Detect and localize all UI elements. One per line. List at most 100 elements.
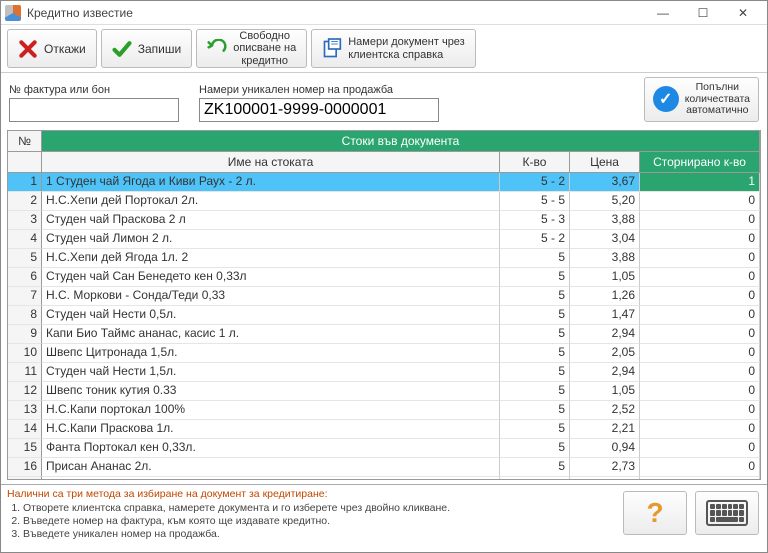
table-row[interactable]: 12Швепс тоник кутия 0.3351,050 [8, 382, 760, 401]
cell-num: 13 [8, 401, 42, 420]
cell-name: Н.С.Капи Праскова 1л. [42, 420, 500, 439]
window-title: Кредитно известие [27, 6, 643, 20]
cell-qty: 5 [500, 249, 570, 268]
header-num[interactable]: № [8, 131, 42, 151]
cell-num: 11 [8, 363, 42, 382]
find-document-button[interactable]: Намери документ чрез клиентска справка [311, 29, 476, 68]
sale-input[interactable] [199, 98, 439, 122]
search-row: № фактура или бон Намери уникален номер … [1, 73, 767, 128]
table-row[interactable]: 11 Студен чай Ягода и Киви Раух - 2 л.5 … [8, 173, 760, 192]
maximize-button[interactable]: ☐ [683, 2, 723, 24]
header-price[interactable]: Цена [570, 152, 640, 172]
table-row[interactable]: 5Н.С.Хепи дей Ягода 1л. 253,880 [8, 249, 760, 268]
cell-storno[interactable]: 0 [640, 382, 760, 401]
cell-num: 10 [8, 344, 42, 363]
table-row[interactable]: 3Студен чай Праскова 2 л5 - 33,880 [8, 211, 760, 230]
invoice-label: № фактура или бон [9, 84, 179, 96]
cell-name: Швепс тоник кутия 0.33 [42, 382, 500, 401]
cell-price: 2,52 [570, 401, 640, 420]
cell-storno[interactable]: 0 [640, 458, 760, 477]
cell-storno[interactable]: 0 [640, 325, 760, 344]
table-body[interactable]: 11 Студен чай Ягода и Киви Раух - 2 л.5 … [8, 173, 760, 479]
table-row[interactable]: 6Студен чай Сан Бенедето кен 0,33л51,050 [8, 268, 760, 287]
table-row[interactable]: 16Присан Ананас 2л.52,730 [8, 458, 760, 477]
cell-price: 2,94 [570, 363, 640, 382]
cell-num: 15 [8, 439, 42, 458]
cell-price: 1,05 [570, 268, 640, 287]
cell-storno[interactable]: 0 [640, 211, 760, 230]
cell-qty: 5 [500, 420, 570, 439]
cell-storno[interactable]: 0 [640, 306, 760, 325]
cell-price: 0,94 [570, 439, 640, 458]
undo-arrow-icon [207, 39, 227, 59]
toolbar: Откажи Запиши Свободно описване на креди… [1, 25, 767, 73]
cell-qty: 5 - 5 [500, 192, 570, 211]
free-description-button[interactable]: Свободно описване на кредитно [196, 29, 307, 68]
cell-price: 2,21 [570, 420, 640, 439]
cell-storno[interactable]: 0 [640, 287, 760, 306]
table-row[interactable]: 8Студен чай Нести 0,5л.51,470 [8, 306, 760, 325]
autofill-button[interactable]: ✓ Попълни количествата автоматично [644, 77, 759, 122]
cell-qty: 5 [500, 287, 570, 306]
header-num2 [8, 152, 42, 172]
header-name[interactable]: Име на стоката [42, 152, 500, 172]
help-button[interactable]: ? [623, 491, 687, 535]
cell-price: 3,88 [570, 211, 640, 230]
cell-price: 5,20 [570, 192, 640, 211]
table-row[interactable]: 9Капи Био Таймс ананас, касис 1 л.52,940 [8, 325, 760, 344]
table-row[interactable]: 4Студен чай Лимон 2 л.5 - 23,040 [8, 230, 760, 249]
cell-qty: 5 [500, 363, 570, 382]
cell-storno[interactable]: 0 [640, 268, 760, 287]
save-label: Запиши [138, 42, 181, 56]
cell-storno[interactable]: 0 [640, 439, 760, 458]
keyboard-button[interactable] [695, 491, 759, 535]
invoice-input[interactable] [9, 98, 179, 122]
cell-num: 12 [8, 382, 42, 401]
cell-storno[interactable]: 0 [640, 192, 760, 211]
save-icon [112, 39, 132, 59]
cell-num: 14 [8, 420, 42, 439]
cell-name: Н.С.Хепи дей Портокал 2л. [42, 192, 500, 211]
minimize-button[interactable]: — [643, 2, 683, 24]
table-row[interactable]: 10Швепс Цитронада 1,5л.52,050 [8, 344, 760, 363]
table-row[interactable]: 2Н.С.Хепи дей Портокал 2л.5 - 55,200 [8, 192, 760, 211]
cell-storno[interactable]: 0 [640, 344, 760, 363]
cell-num: 1 [8, 173, 42, 192]
cell-num: 16 [8, 458, 42, 477]
cell-qty: 5 [500, 401, 570, 420]
table-row[interactable]: 7Н.С. Моркови - Сонда/Теди 0,3351,260 [8, 287, 760, 306]
cell-num: 5 [8, 249, 42, 268]
cell-name: Студен чай Сан Бенедето кен 0,33л [42, 268, 500, 287]
table-row[interactable]: 15Фанта Портокал кен 0,33л.50,940 [8, 439, 760, 458]
cell-storno[interactable]: 1 [640, 173, 760, 192]
cell-qty: 5 [500, 344, 570, 363]
cell-name: Капи Био Таймс ананас, касис 1 л. [42, 325, 500, 344]
cancel-button[interactable]: Откажи [7, 29, 97, 68]
table-subheader-row: Име на стоката К-во Цена Сторнирано к-во [8, 152, 760, 173]
cancel-label: Откажи [44, 42, 86, 56]
cell-storno[interactable]: 0 [640, 401, 760, 420]
cell-price: 3,04 [570, 230, 640, 249]
cell-storno[interactable]: 0 [640, 249, 760, 268]
table-row[interactable]: 14Н.С.Капи Праскова 1л.52,210 [8, 420, 760, 439]
cell-qty: 5 [500, 306, 570, 325]
cell-name: Студен чай Лимон 2 л. [42, 230, 500, 249]
header-storno[interactable]: Сторнирано к-во [640, 152, 760, 172]
cell-price: 1,05 [570, 382, 640, 401]
cell-name: Присан Ананас 2л. [42, 458, 500, 477]
document-search-icon [322, 39, 342, 59]
cell-storno[interactable]: 0 [640, 477, 760, 479]
cell-num: 17 [8, 477, 42, 479]
cell-storno[interactable]: 0 [640, 363, 760, 382]
cell-qty: 5 - 2 [500, 230, 570, 249]
cell-storno[interactable]: 0 [640, 230, 760, 249]
table-row[interactable]: 13Н.С.Капи портокал 100%52,520 [8, 401, 760, 420]
table-row[interactable]: 11Студен чай Нести 1,5л.52,940 [8, 363, 760, 382]
cell-num: 4 [8, 230, 42, 249]
sale-label: Намери уникален номер на продажба [199, 84, 439, 96]
header-qty[interactable]: К-во [500, 152, 570, 172]
close-button[interactable]: ✕ [723, 2, 763, 24]
cell-storno[interactable]: 0 [640, 420, 760, 439]
table-row[interactable]: 17Присан Грейпфрут 2л.52,730 [8, 477, 760, 479]
save-button[interactable]: Запиши [101, 29, 192, 68]
